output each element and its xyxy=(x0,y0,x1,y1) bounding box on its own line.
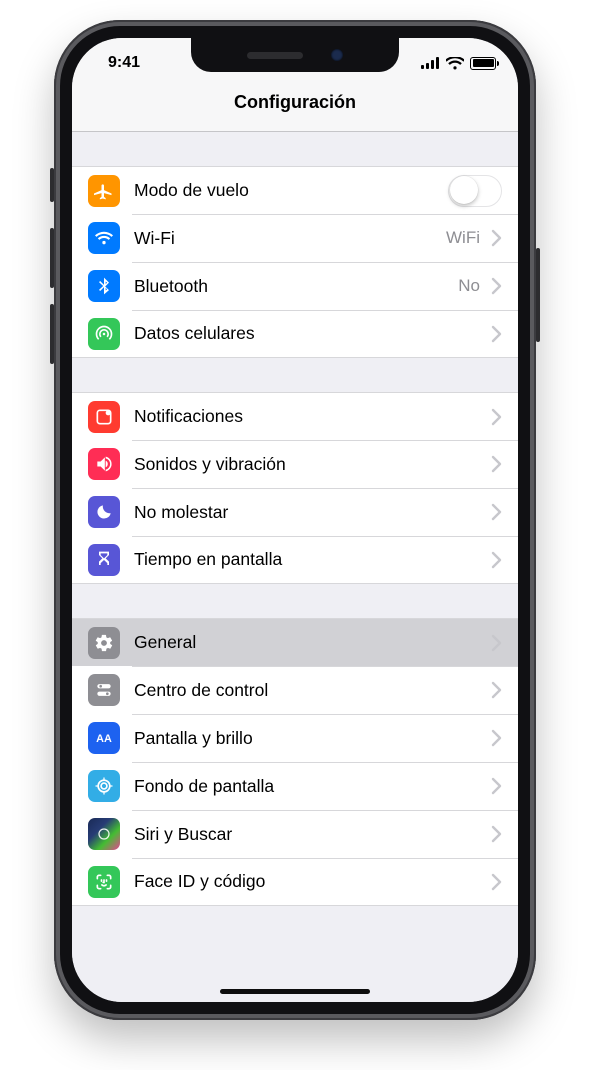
row-control-center[interactable]: Centro de control xyxy=(72,666,518,714)
airplane-mode-toggle[interactable] xyxy=(448,175,502,207)
chevron-right-icon xyxy=(490,873,502,891)
chevron-right-icon xyxy=(490,777,502,795)
row-do-not-disturb[interactable]: No molestar xyxy=(72,488,518,536)
row-wifi[interactable]: Wi-Fi WiFi xyxy=(72,214,518,262)
home-indicator[interactable] xyxy=(220,989,370,994)
row-label: Pantalla y brillo xyxy=(134,728,490,749)
control-center-icon xyxy=(88,674,120,706)
row-cellular[interactable]: Datos celulares xyxy=(72,310,518,358)
chevron-right-icon xyxy=(490,277,502,295)
row-screen-time[interactable]: Tiempo en pantalla xyxy=(72,536,518,584)
display-icon: AA xyxy=(88,722,120,754)
cellular-signal-icon xyxy=(421,57,440,69)
cellular-icon xyxy=(88,318,120,350)
chevron-right-icon xyxy=(490,634,502,652)
row-label: Bluetooth xyxy=(134,276,458,297)
faceid-icon xyxy=(88,866,120,898)
screen: 9:41 Configuración Modo de v xyxy=(72,38,518,1002)
row-notifications[interactable]: Notificaciones xyxy=(72,392,518,440)
chevron-right-icon xyxy=(490,503,502,521)
row-faceid[interactable]: Face ID y código xyxy=(72,858,518,906)
mute-switch[interactable] xyxy=(50,168,54,202)
row-label: Wi-Fi xyxy=(134,228,446,249)
row-value: WiFi xyxy=(446,228,480,248)
settings-list: Modo de vuelo Wi-Fi WiFi Bluetooth xyxy=(72,132,518,1002)
moon-icon xyxy=(88,496,120,528)
row-label: Fondo de pantalla xyxy=(134,776,490,797)
row-label: General xyxy=(134,632,490,653)
row-siri[interactable]: Siri y Buscar xyxy=(72,810,518,858)
row-label: Tiempo en pantalla xyxy=(134,549,490,570)
chevron-right-icon xyxy=(490,229,502,247)
svg-text:AA: AA xyxy=(96,733,112,745)
volume-up-button[interactable] xyxy=(50,228,54,288)
airplane-icon xyxy=(88,175,120,207)
sounds-icon xyxy=(88,448,120,480)
settings-group-system: General Centro de control AA Pantalla y … xyxy=(72,618,518,906)
wallpaper-icon xyxy=(88,770,120,802)
row-sounds[interactable]: Sonidos y vibración xyxy=(72,440,518,488)
power-button[interactable] xyxy=(536,248,540,342)
row-label: Sonidos y vibración xyxy=(134,454,490,475)
page-title: Configuración xyxy=(72,82,518,132)
chevron-right-icon xyxy=(490,455,502,473)
row-airplane-mode[interactable]: Modo de vuelo xyxy=(72,166,518,214)
chevron-right-icon xyxy=(490,825,502,843)
row-label: Modo de vuelo xyxy=(134,180,448,201)
row-label: Datos celulares xyxy=(134,323,490,344)
siri-icon xyxy=(88,818,120,850)
settings-group-alerts: Notificaciones Sonidos y vibración No mo… xyxy=(72,392,518,584)
row-value: No xyxy=(458,276,480,296)
gear-icon xyxy=(88,627,120,659)
notch xyxy=(191,38,399,72)
wifi-icon xyxy=(88,222,120,254)
front-camera xyxy=(331,49,343,61)
bluetooth-icon xyxy=(88,270,120,302)
row-label: Face ID y código xyxy=(134,871,490,892)
volume-down-button[interactable] xyxy=(50,304,54,364)
phone-frame: 9:41 Configuración Modo de v xyxy=(54,20,536,1020)
chevron-right-icon xyxy=(490,408,502,426)
chevron-right-icon xyxy=(490,729,502,747)
wifi-status-icon xyxy=(446,57,464,70)
hourglass-icon xyxy=(88,544,120,576)
row-label: No molestar xyxy=(134,502,490,523)
chevron-right-icon xyxy=(490,681,502,699)
chevron-right-icon xyxy=(490,325,502,343)
battery-icon xyxy=(470,57,496,70)
row-general[interactable]: General xyxy=(72,618,518,666)
chevron-right-icon xyxy=(490,551,502,569)
row-label: Notificaciones xyxy=(134,406,490,427)
notifications-icon xyxy=(88,401,120,433)
row-label: Siri y Buscar xyxy=(134,824,490,845)
speaker-grille xyxy=(247,52,303,59)
settings-group-connectivity: Modo de vuelo Wi-Fi WiFi Bluetooth xyxy=(72,166,518,358)
row-bluetooth[interactable]: Bluetooth No xyxy=(72,262,518,310)
row-wallpaper[interactable]: Fondo de pantalla xyxy=(72,762,518,810)
status-time: 9:41 xyxy=(94,54,154,72)
row-display[interactable]: AA Pantalla y brillo xyxy=(72,714,518,762)
row-label: Centro de control xyxy=(134,680,490,701)
